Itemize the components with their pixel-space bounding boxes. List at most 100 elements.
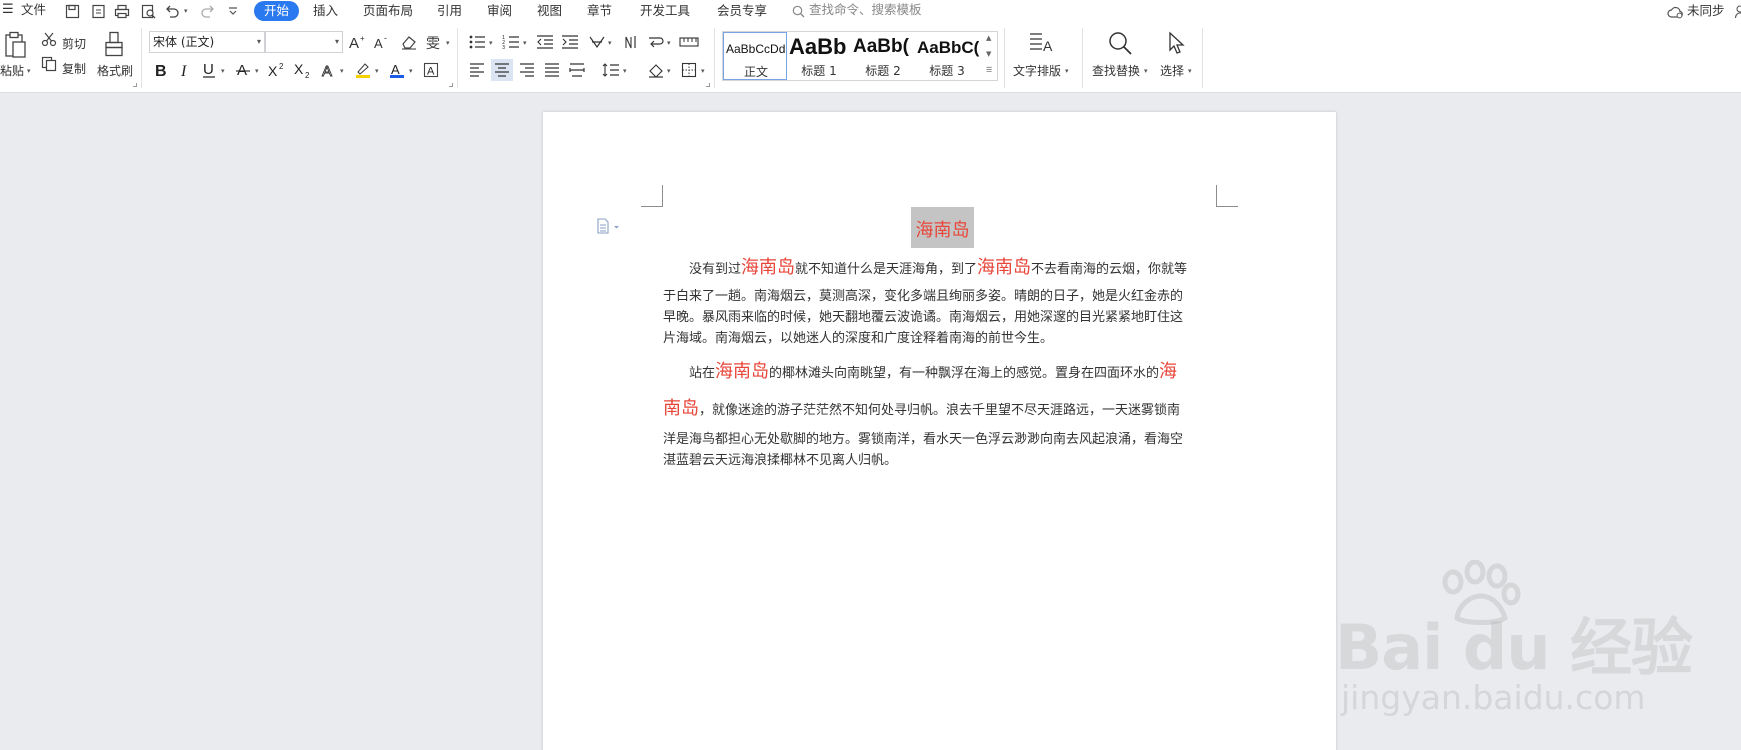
expand-gallery-icon[interactable]: ☰ [986, 66, 992, 74]
char-border-icon[interactable]: A [420, 59, 442, 81]
style-normal[interactable]: AaBbCcDd 正文 [723, 32, 787, 80]
tab-view[interactable]: 视图 [537, 0, 562, 22]
line-spacing-icon[interactable] [600, 59, 622, 81]
paste-button[interactable]: 粘贴 [0, 62, 24, 79]
tab-page-layout[interactable]: 页面布局 [363, 0, 413, 22]
format-painter-icon[interactable] [102, 30, 126, 58]
phonetic-dropdown-icon[interactable]: ▾ [446, 39, 450, 47]
style-heading-3[interactable]: AaBbC( 标题 3 [915, 32, 979, 80]
chevron-up-icon[interactable]: ▲ [986, 34, 991, 42]
paste-dropdown-icon[interactable]: ▾ [27, 67, 31, 75]
shading-dropdown-icon[interactable]: ▾ [667, 67, 671, 75]
tab-ruler-icon[interactable] [678, 31, 700, 53]
borders-dropdown-icon[interactable]: ▾ [701, 67, 705, 75]
select-button[interactable]: 选择 [1160, 62, 1184, 79]
document-page[interactable]: 海南岛 没有到过 海南岛 就不知道什么是天涯海角，到了 海南岛 不去看南海的云烟… [543, 112, 1336, 750]
text-effect-dropdown-icon[interactable]: ▾ [340, 67, 344, 75]
undo-dropdown-icon[interactable]: ▾ [184, 7, 188, 15]
chevron-down-icon[interactable]: ▼ [986, 50, 991, 58]
numbered-dropdown-icon[interactable]: ▾ [523, 39, 527, 47]
strikethrough-dropdown-icon[interactable]: ▾ [255, 67, 259, 75]
export-pdf-icon[interactable] [89, 2, 107, 20]
text-layout-dropdown-icon[interactable]: ▾ [1065, 67, 1069, 75]
superscript-icon[interactable]: X2 [266, 59, 288, 81]
underline-dropdown-icon[interactable]: ▾ [221, 67, 225, 75]
bullet-list-icon[interactable] [466, 31, 488, 53]
font-color-dropdown-icon[interactable]: ▾ [409, 67, 413, 75]
chinese-layout-icon[interactable] [586, 31, 608, 53]
redo-icon[interactable] [199, 2, 217, 20]
shading-icon[interactable] [645, 59, 667, 81]
text-effect-icon[interactable]: A [318, 59, 340, 81]
cursor-icon[interactable] [1163, 30, 1189, 56]
customize-toolbar-icon[interactable] [224, 2, 242, 20]
document-title[interactable]: 海南岛 [911, 216, 974, 242]
svg-text:A: A [374, 36, 383, 51]
align-right-icon[interactable] [516, 59, 538, 81]
shrink-font-icon[interactable]: A- [372, 31, 394, 53]
align-left-icon[interactable] [466, 59, 488, 81]
highlight-dropdown-icon[interactable]: ▾ [375, 67, 379, 75]
copy-button[interactable]: 复制 [62, 60, 86, 77]
decrease-indent-icon[interactable] [534, 31, 556, 53]
bullet-dropdown-icon[interactable]: ▾ [489, 39, 493, 47]
style-heading-2[interactable]: AaBb( 标题 2 [851, 32, 915, 80]
borders-icon[interactable] [678, 59, 700, 81]
highlight-icon[interactable] [352, 59, 374, 81]
styles-scroller[interactable]: ▲ ▼ ☰ [983, 32, 997, 80]
chinese-layout-dropdown-icon[interactable]: ▾ [608, 39, 612, 47]
find-replace-icon[interactable] [1107, 30, 1133, 56]
align-center-icon[interactable] [491, 59, 513, 81]
font-size-select[interactable]: ▾ [265, 31, 343, 53]
highlighted-term: 海南岛 [977, 257, 1032, 278]
text-layout-icon[interactable]: A [1028, 30, 1054, 56]
tab-developer[interactable]: 开发工具 [640, 0, 690, 22]
italic-icon[interactable]: I [174, 59, 196, 81]
undo-icon[interactable] [163, 2, 181, 20]
bold-icon[interactable]: B [150, 59, 172, 81]
underline-icon[interactable]: U [198, 59, 220, 81]
clear-format-icon[interactable] [398, 31, 420, 53]
tab-member[interactable]: 会员专享 [717, 0, 767, 22]
line-spacing-dropdown-icon[interactable]: ▾ [623, 67, 627, 75]
document-map-icon[interactable] [595, 218, 623, 234]
tab-home[interactable]: 开始 [254, 1, 300, 21]
style-name: 标题 3 [929, 64, 965, 78]
increase-indent-icon[interactable] [559, 31, 581, 53]
tab-insert[interactable]: 插入 [313, 0, 338, 22]
cut-button[interactable]: 剪切 [62, 35, 86, 52]
tab-chapter[interactable]: 章节 [587, 0, 612, 22]
phonetic-guide-icon[interactable]: 雯 [423, 31, 445, 53]
format-painter-button[interactable]: 格式刷 [97, 62, 133, 79]
hamburger-icon: ☰ [2, 2, 14, 17]
font-name-select[interactable]: 宋体 (正文) ▾ [149, 31, 265, 53]
strikethrough-icon[interactable]: A [232, 59, 254, 81]
select-dropdown-icon[interactable]: ▾ [1188, 67, 1192, 75]
justify-icon[interactable] [541, 59, 563, 81]
tab-review[interactable]: 审阅 [487, 0, 512, 22]
style-heading-1[interactable]: AaBb 标题 1 [787, 32, 851, 80]
print-icon[interactable] [113, 2, 131, 20]
separator [141, 28, 142, 88]
find-replace-button[interactable]: 查找替换 [1092, 62, 1140, 79]
text-direction-icon[interactable] [620, 31, 642, 53]
paste-icon[interactable] [3, 30, 29, 60]
font-launcher[interactable] [449, 83, 453, 87]
numbered-list-icon[interactable]: 123 [500, 31, 522, 53]
save-icon[interactable] [63, 2, 81, 20]
line-break-dropdown-icon[interactable]: ▾ [667, 39, 671, 47]
paragraph-line: 南岛 ，就像迷途的游子茫茫然不知何处寻归帆。浪去千里望不尽天涯路远，一天迷雾锁南 [663, 398, 1180, 421]
paragraph-launcher[interactable] [706, 83, 710, 87]
style-sample: AaBbC( [917, 38, 979, 57]
subscript-icon[interactable]: X2 [292, 59, 314, 81]
grow-font-icon[interactable]: A + [347, 31, 369, 53]
text-layout-button[interactable]: 文字排版 [1013, 62, 1061, 79]
font-color-icon[interactable]: A [386, 59, 408, 81]
print-preview-icon[interactable] [139, 2, 157, 20]
clipboard-launcher[interactable] [133, 83, 137, 87]
tab-references[interactable]: 引用 [437, 0, 462, 22]
find-replace-dropdown-icon[interactable]: ▾ [1144, 67, 1148, 75]
line-break-icon[interactable] [645, 31, 667, 53]
menu-bar: ☰ 文件 ▾ 开始 插入 页面布局 引用 审阅 视图 章节 开发工具 会员专享 … [0, 0, 1741, 22]
distribute-icon[interactable] [566, 59, 588, 81]
